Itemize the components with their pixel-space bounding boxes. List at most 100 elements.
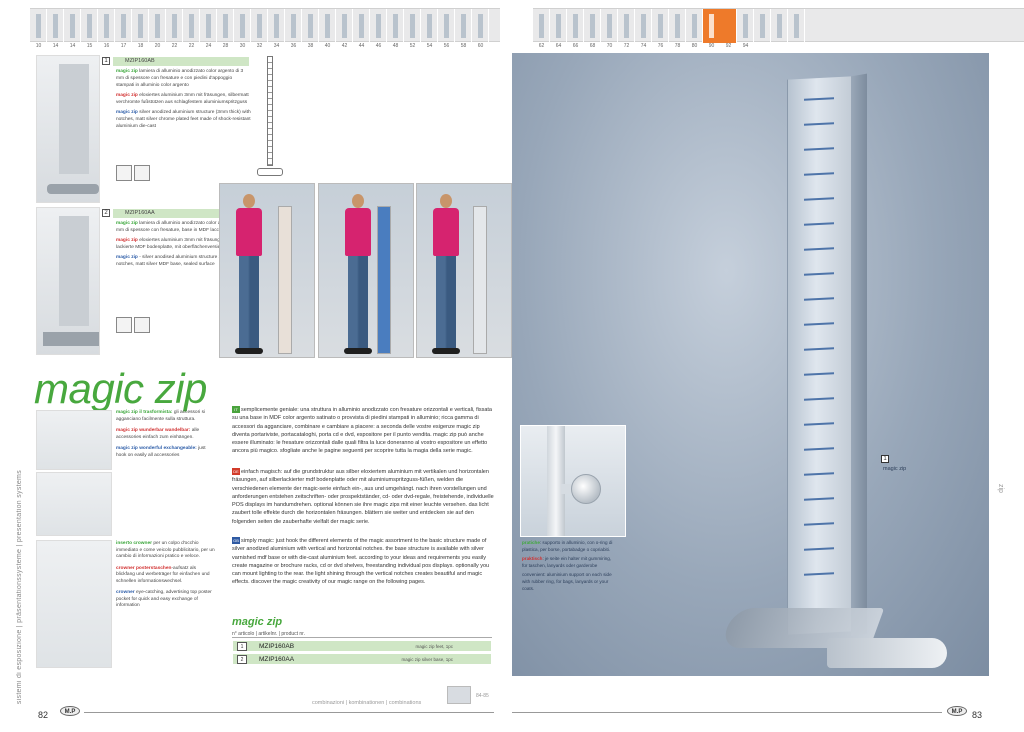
thumbnail-page-numbers-left: 10 14 14 15 16 17 18 20 22 22 24 28 30 32 34 36 38 40 42 44… <box>30 43 489 49</box>
thumbnail-page-number: 22 <box>171 43 178 49</box>
thumbnail-selected[interactable] <box>703 9 737 43</box>
thumbnail-page-number: 22 <box>188 43 195 49</box>
thumbnail[interactable] <box>601 9 618 43</box>
thumbnail-page-number: 14 <box>69 43 76 49</box>
hero-number-badge: 1 <box>881 455 889 463</box>
combinations-icon[interactable] <box>447 686 471 704</box>
thumbnail[interactable] <box>370 9 387 43</box>
thumbnail[interactable] <box>533 9 550 43</box>
product-box-1: 1 MZIP160AB magic zip lamiera di allumin… <box>36 55 251 205</box>
thumbnail[interactable] <box>81 9 98 43</box>
product-number-badge: 1 <box>102 57 110 65</box>
thumbnail[interactable] <box>302 9 319 43</box>
thumbnail-page-number: 72 <box>623 43 630 49</box>
thumbnail[interactable] <box>217 9 234 43</box>
thumbnail[interactable] <box>47 9 64 43</box>
product-image <box>36 207 100 355</box>
assembly-icon <box>116 165 132 181</box>
thumbnail-page-number: 48 <box>392 43 399 49</box>
thumbnail[interactable] <box>132 9 149 43</box>
page-number-left: 82 <box>38 710 49 720</box>
thumbnail[interactable] <box>149 9 166 43</box>
thumbnail[interactable] <box>584 9 601 43</box>
table-title: magic zip <box>232 616 283 628</box>
packaging-icon <box>134 317 150 333</box>
thumbnail[interactable] <box>550 9 567 43</box>
brand-logo: M.P <box>60 706 80 716</box>
thumbnail[interactable] <box>353 9 370 43</box>
thumbnail-page-number: 14 <box>52 43 59 49</box>
thumbnail[interactable] <box>387 9 404 43</box>
thumbnail[interactable] <box>404 9 421 43</box>
thumbnail[interactable] <box>115 9 132 43</box>
model-photo-2 <box>318 183 414 358</box>
english-flag-icon: GB <box>232 537 240 545</box>
thumbnail[interactable] <box>635 9 652 43</box>
body-text-de: DE einfach magisch: auf die grundstruktur… <box>232 468 494 525</box>
footer-divider <box>512 712 942 713</box>
accessory-text-2: inserto crowner per un colpo d'occhio im… <box>116 541 215 608</box>
thumbnail-page-number: 44 <box>358 43 365 49</box>
thumbnail[interactable] <box>336 9 353 43</box>
thumbnail[interactable] <box>618 9 635 43</box>
thumbnail[interactable] <box>98 9 115 43</box>
thumbnail-page-number: 18 <box>137 43 144 49</box>
catalog-thumbnail-strip-right <box>533 8 1024 43</box>
thumbnail[interactable] <box>771 9 788 43</box>
product-description: magic zip lamiera di alluminio anodizzat… <box>116 69 251 129</box>
thumbnail-page-number: 78 <box>674 43 681 49</box>
thumbnail-page-number: 15 <box>86 43 93 49</box>
thumbnail[interactable] <box>669 9 686 43</box>
thumbnail[interactable] <box>200 9 217 43</box>
thumbnail[interactable] <box>754 9 771 43</box>
italian-flag-icon: IT <box>232 406 240 414</box>
body-text-it: IT semplicemente geniale: una struttura i… <box>232 406 492 455</box>
thumbnail[interactable] <box>30 9 47 43</box>
catalog-thumbnail-strip-left <box>30 8 500 43</box>
thumbnail-page-number: 10 <box>35 43 42 49</box>
thumbnail[interactable] <box>652 9 669 43</box>
product-code: MZIP160AB <box>113 57 249 66</box>
thumbnail[interactable] <box>567 9 584 43</box>
thumbnail-page-number: 60 <box>477 43 484 49</box>
body-text-en: GB simply magic: just hook the different … <box>232 537 490 586</box>
thumbnail[interactable] <box>686 9 703 43</box>
assembly-icon <box>116 317 132 333</box>
thumbnail[interactable] <box>268 9 285 43</box>
thumbnail-page-number: 66 <box>572 43 579 49</box>
thumbnail-page-number: 52 <box>409 43 416 49</box>
thumbnail[interactable] <box>251 9 268 43</box>
product-image <box>36 55 100 203</box>
thumbnail-page-number: 64 <box>555 43 562 49</box>
brand-logo: M.P <box>947 706 967 716</box>
combinations-pages: 84-85 <box>476 693 489 699</box>
accessory-image-1 <box>36 410 112 470</box>
thumbnail-page-number: 40 <box>324 43 331 49</box>
thumbnail[interactable] <box>455 9 472 43</box>
accessory-image-2 <box>36 472 112 536</box>
combinations-link[interactable]: combinazioni | kombinationen | combinati… <box>312 700 421 706</box>
table-row: 1 MZIP160AB magic zip feet, 1pc <box>232 640 492 652</box>
thumbnail[interactable] <box>64 9 81 43</box>
detail-inset-text: pratiche: supporto in alluminio, con o-r… <box>522 540 613 591</box>
magic-zip-column <box>719 73 947 668</box>
thumbnail[interactable] <box>166 9 183 43</box>
thumbnail-page-number: 92 <box>725 43 732 49</box>
thumbnail[interactable] <box>234 9 251 43</box>
thumbnail[interactable] <box>285 9 302 43</box>
thumbnail-page-number: 38 <box>307 43 314 49</box>
thumbnail[interactable] <box>319 9 336 43</box>
thumbnail-page-number: 54 <box>426 43 433 49</box>
thumbnail[interactable] <box>788 9 805 43</box>
thumbnail[interactable] <box>438 9 455 43</box>
hero-label: magic zip <box>883 466 907 472</box>
thumbnail[interactable] <box>737 9 754 43</box>
thumbnail[interactable] <box>183 9 200 43</box>
model-photo-1 <box>219 183 315 358</box>
page-number-right: 83 <box>972 710 983 720</box>
thumbnail[interactable] <box>472 9 489 43</box>
thumbnail[interactable] <box>421 9 438 43</box>
thumbnail-page-number: 17 <box>120 43 127 49</box>
thumbnail-page-number: 24 <box>205 43 212 49</box>
thumbnail-page-number: 94 <box>742 43 749 49</box>
